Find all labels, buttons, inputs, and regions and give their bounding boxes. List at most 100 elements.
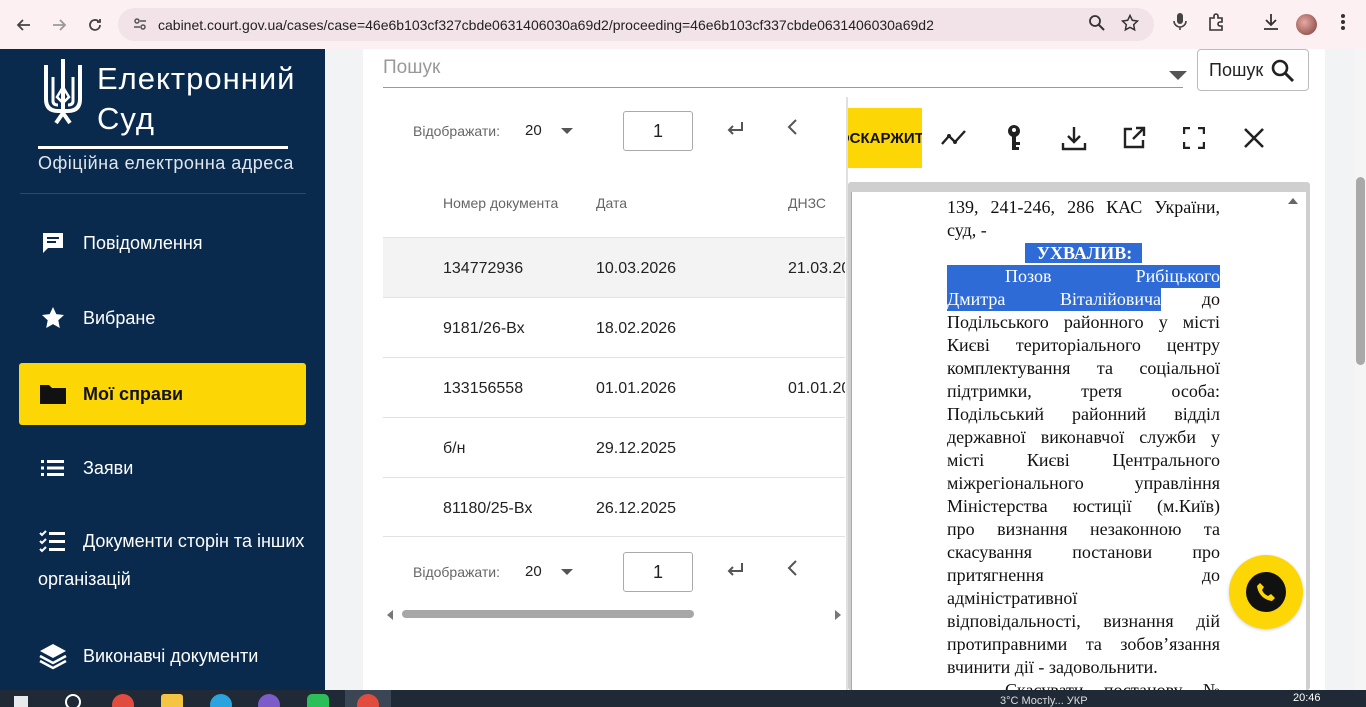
- back-arrow-icon[interactable]: [11, 13, 35, 37]
- chrome-app-icon[interactable]: [112, 694, 134, 707]
- microphone-icon[interactable]: [1172, 12, 1188, 37]
- list-icon: [39, 454, 67, 482]
- search-placeholder: Пошук: [383, 57, 441, 78]
- table-row[interactable]: 133156558 01.01.2026 01.01.20: [383, 357, 845, 417]
- cell-number: 133156558: [443, 380, 524, 397]
- cell-date: 10.03.2026: [596, 260, 677, 277]
- search-input[interactable]: Пошук: [383, 57, 1187, 88]
- doc-line: адміністративної: [947, 588, 1078, 608]
- checklist-icon: [39, 527, 67, 555]
- sidebar-item-label: Повідомлення: [83, 232, 203, 253]
- search-icon: [1271, 59, 1295, 83]
- taskbar-weather[interactable]: 3°С Мостly... УКР: [1000, 695, 1088, 707]
- table-row[interactable]: 9181/26-Вх 18.02.2026: [383, 297, 845, 357]
- scroll-left-arrow-icon[interactable]: [387, 610, 393, 620]
- chrome-app-icon[interactable]: [357, 694, 379, 707]
- doc-line: Києві територіального центру: [947, 335, 1220, 355]
- enter-page-icon[interactable]: [725, 119, 745, 145]
- enter-page-icon[interactable]: [725, 560, 745, 586]
- pagination-bottom: Відображати: 20 1: [413, 552, 843, 592]
- taskbar-active-app[interactable]: [345, 690, 391, 707]
- open-external-icon[interactable]: [1120, 124, 1148, 152]
- trident-logo-icon: [40, 57, 86, 129]
- telegram-icon[interactable]: [210, 694, 232, 707]
- scrollbar-thumb[interactable]: [1356, 177, 1365, 365]
- cell-dnzs: 21.03.20: [788, 260, 845, 277]
- file-explorer-icon[interactable]: [161, 694, 183, 707]
- page-number-input[interactable]: 1: [623, 111, 693, 151]
- page-number-input[interactable]: 1: [623, 552, 693, 592]
- sidebar-item-label: Заяви: [83, 457, 134, 478]
- extensions-icon[interactable]: [1207, 12, 1227, 37]
- doc-line: вчинити дії - задовольнити.: [947, 657, 1158, 677]
- fullscreen-icon[interactable]: [1180, 124, 1208, 152]
- menu-dots-icon[interactable]: [1340, 12, 1346, 37]
- scroll-up-arrow-icon[interactable]: [1288, 198, 1298, 204]
- scroll-right-arrow-icon[interactable]: [835, 610, 841, 620]
- doc-line: міжрегіонального управління: [947, 473, 1220, 493]
- pagination-top: Відображати: 20 1: [413, 111, 843, 151]
- page-size-select[interactable]: 20: [525, 122, 542, 139]
- doc-line: Скасувати постанову №: [1005, 680, 1220, 690]
- chevron-down-icon[interactable]: [561, 128, 573, 134]
- downloads-icon[interactable]: [1261, 12, 1281, 37]
- scrollbar-thumb[interactable]: [402, 610, 694, 618]
- bookmark-star-icon[interactable]: [1120, 13, 1140, 37]
- sidebar-item-enforcement-documents[interactable]: Виконавчі документи: [19, 625, 306, 687]
- sidebar-item-party-documents[interactable]: Документи сторін та інших організацій: [19, 513, 306, 593]
- reload-icon[interactable]: [83, 13, 107, 37]
- column-header-dnzs[interactable]: ДНЗС: [788, 195, 826, 211]
- sidebar-item-my-cases[interactable]: Мої справи: [19, 363, 306, 425]
- logo-title-line1: Електронний: [97, 61, 296, 96]
- doc-selected-line: Позов Рибіцького: [947, 265, 1220, 288]
- cell-date: 26.12.2025: [596, 500, 677, 517]
- doc-word: до: [1201, 289, 1220, 309]
- appeal-button-label: ОСКАРЖИТИ: [848, 130, 922, 147]
- appeal-button[interactable]: ОСКАРЖИТИ: [848, 108, 922, 168]
- close-icon[interactable]: [1240, 124, 1268, 152]
- address-bar[interactable]: cabinet.court.gov.ua/cases/case=46e6b103…: [118, 8, 1154, 41]
- page-size-select[interactable]: 20: [525, 563, 542, 580]
- sidebar-item-favorites[interactable]: Вибране: [19, 287, 306, 349]
- sidebar-item-label: Виконавчі документи: [83, 645, 259, 666]
- page-size-label: Відображати:: [413, 564, 500, 580]
- timeline-icon[interactable]: [940, 124, 968, 152]
- taskbar-clock[interactable]: 20:46: [1293, 692, 1321, 704]
- sidebar-item-messages[interactable]: Повідомлення: [19, 212, 306, 274]
- table-row[interactable]: 134772936 10.03.2026 21.03.20: [383, 237, 845, 297]
- page-vertical-scrollbar[interactable]: [1355, 49, 1366, 690]
- viber-icon[interactable]: [258, 694, 280, 707]
- whatsapp-icon[interactable]: [307, 694, 329, 707]
- chevron-down-icon[interactable]: [561, 569, 573, 575]
- table-header: Номер документа Дата ДНЗС: [383, 177, 845, 237]
- chevron-left-icon[interactable]: [786, 117, 798, 143]
- column-header-date[interactable]: Дата: [596, 195, 627, 211]
- chat-icon: [39, 229, 67, 257]
- profile-avatar[interactable]: [1296, 14, 1317, 35]
- table-horizontal-scrollbar[interactable]: [383, 607, 845, 621]
- forward-arrow-icon[interactable]: [48, 13, 72, 37]
- logo-divider: [38, 146, 288, 149]
- sidebar-item-applications[interactable]: Заяви: [19, 437, 306, 499]
- table-row[interactable]: б/н 29.12.2025: [383, 417, 845, 477]
- search-button[interactable]: Пошук: [1197, 49, 1309, 91]
- chevron-left-icon[interactable]: [786, 558, 798, 584]
- zoom-icon[interactable]: [1088, 14, 1106, 37]
- doc-word: Дмитра: [947, 289, 1006, 309]
- url-text[interactable]: cabinet.court.gov.ua/cases/case=46e6b103…: [158, 17, 934, 33]
- cell-number: 134772936: [443, 260, 524, 277]
- signature-key-icon[interactable]: [1000, 124, 1028, 152]
- doc-line: підтримки, третя особа:: [947, 381, 1220, 401]
- doc-line: суд, -: [947, 220, 987, 240]
- doc-heading: УХВАЛИВ:: [947, 242, 1220, 265]
- table-row[interactable]: 81180/25-Вх 26.12.2025: [383, 477, 845, 537]
- windows-start-icon[interactable]: [14, 696, 28, 707]
- download-icon[interactable]: [1060, 124, 1088, 152]
- call-button[interactable]: [1229, 555, 1303, 629]
- logo-title-line2: Суд: [97, 101, 155, 136]
- doc-line: комплектування та соціальної: [947, 358, 1220, 378]
- column-header-number[interactable]: Номер документа: [443, 195, 558, 211]
- site-settings-icon[interactable]: [132, 16, 148, 32]
- taskbar-search-icon[interactable]: [65, 694, 81, 707]
- chevron-down-icon[interactable]: [1169, 71, 1187, 80]
